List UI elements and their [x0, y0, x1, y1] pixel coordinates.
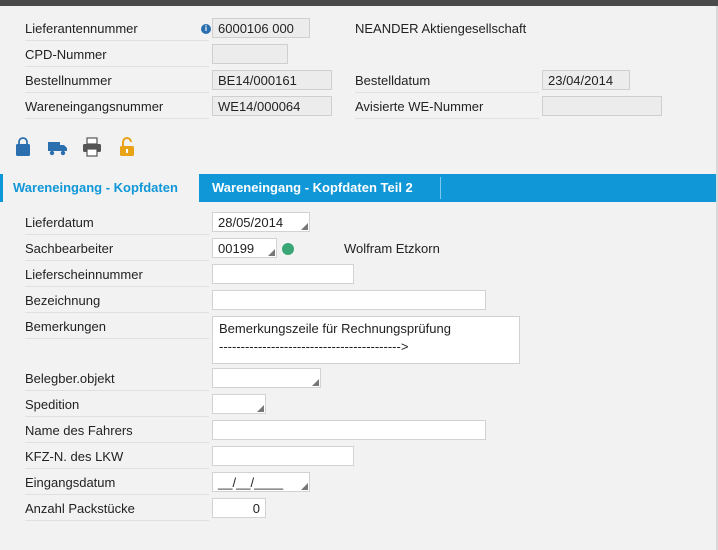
driver-name-label: Name des Fahrers	[25, 420, 209, 443]
forwarding-label: Spedition	[25, 394, 209, 417]
delivery-note-label: Lieferscheinnummer	[25, 264, 209, 287]
shopping-bag-icon[interactable]	[12, 136, 34, 158]
order-number-field[interactable]: BE14/000161	[212, 70, 332, 90]
receipt-date-label: Eingangsdatum	[25, 472, 209, 495]
cpd-number-label: CPD-Nummer	[25, 44, 209, 67]
order-date-label: Bestelldatum	[355, 70, 539, 93]
delivery-note-field[interactable]	[212, 264, 354, 284]
tab-kopfdaten-teil-2[interactable]: Wareneingang - Kopfdaten Teil 2	[202, 174, 423, 202]
document-object-label: Belegber.objekt	[25, 368, 209, 391]
goods-receipt-number-field[interactable]: WE14/000064	[212, 96, 332, 116]
supplier-number-label: Lieferantennummer	[25, 18, 209, 41]
remarks-label: Bemerkungen	[25, 316, 209, 339]
goods-receipt-number-label: Wareneingangsnummer	[25, 96, 209, 119]
delivery-date-label: Lieferdatum	[25, 212, 209, 235]
order-date-field[interactable]: 23/04/2014	[542, 70, 630, 90]
receipt-date-field[interactable]: __/__/____	[212, 472, 310, 492]
tab-kopfdaten[interactable]: Wareneingang - Kopfdaten	[3, 174, 199, 202]
printer-icon[interactable]	[81, 136, 103, 158]
order-number-label: Bestellnummer	[25, 70, 209, 93]
driver-name-field[interactable]	[212, 420, 486, 440]
clerk-label: Sachbearbeiter	[25, 238, 209, 261]
supplier-number-field[interactable]: 6000106 000	[212, 18, 310, 38]
tab-separator	[440, 177, 441, 199]
top-bar	[0, 0, 718, 6]
package-count-label: Anzahl Packstücke	[25, 498, 209, 521]
document-object-field[interactable]	[212, 368, 321, 388]
remarks-textarea[interactable]: Bemerkungszeile für Rechnungsprüfung ---…	[212, 316, 520, 364]
forwarding-field[interactable]	[212, 394, 266, 414]
clerk-status-indicator	[282, 243, 294, 255]
unlock-icon[interactable]	[117, 136, 139, 158]
cpd-number-field[interactable]	[212, 44, 288, 64]
delivery-date-field[interactable]: 28/05/2014	[212, 212, 310, 232]
info-icon[interactable]: i	[201, 24, 211, 34]
notified-receipt-field[interactable]	[542, 96, 662, 116]
clerk-name: Wolfram Etzkorn	[344, 241, 440, 256]
notified-receipt-label: Avisierte WE-Nummer	[355, 96, 539, 119]
tab-bar: Wareneingang - Kopfdaten Wareneingang - …	[0, 174, 716, 202]
description-label: Bezeichnung	[25, 290, 209, 313]
delivery-truck-icon[interactable]	[47, 136, 69, 158]
description-field[interactable]	[212, 290, 486, 310]
clerk-field[interactable]: 00199	[212, 238, 277, 258]
truck-plate-label: KFZ-N. des LKW	[25, 446, 209, 469]
truck-plate-field[interactable]	[212, 446, 354, 466]
package-count-field[interactable]: 0	[212, 498, 266, 518]
supplier-name: NEANDER Aktiengesellschaft	[355, 21, 527, 36]
